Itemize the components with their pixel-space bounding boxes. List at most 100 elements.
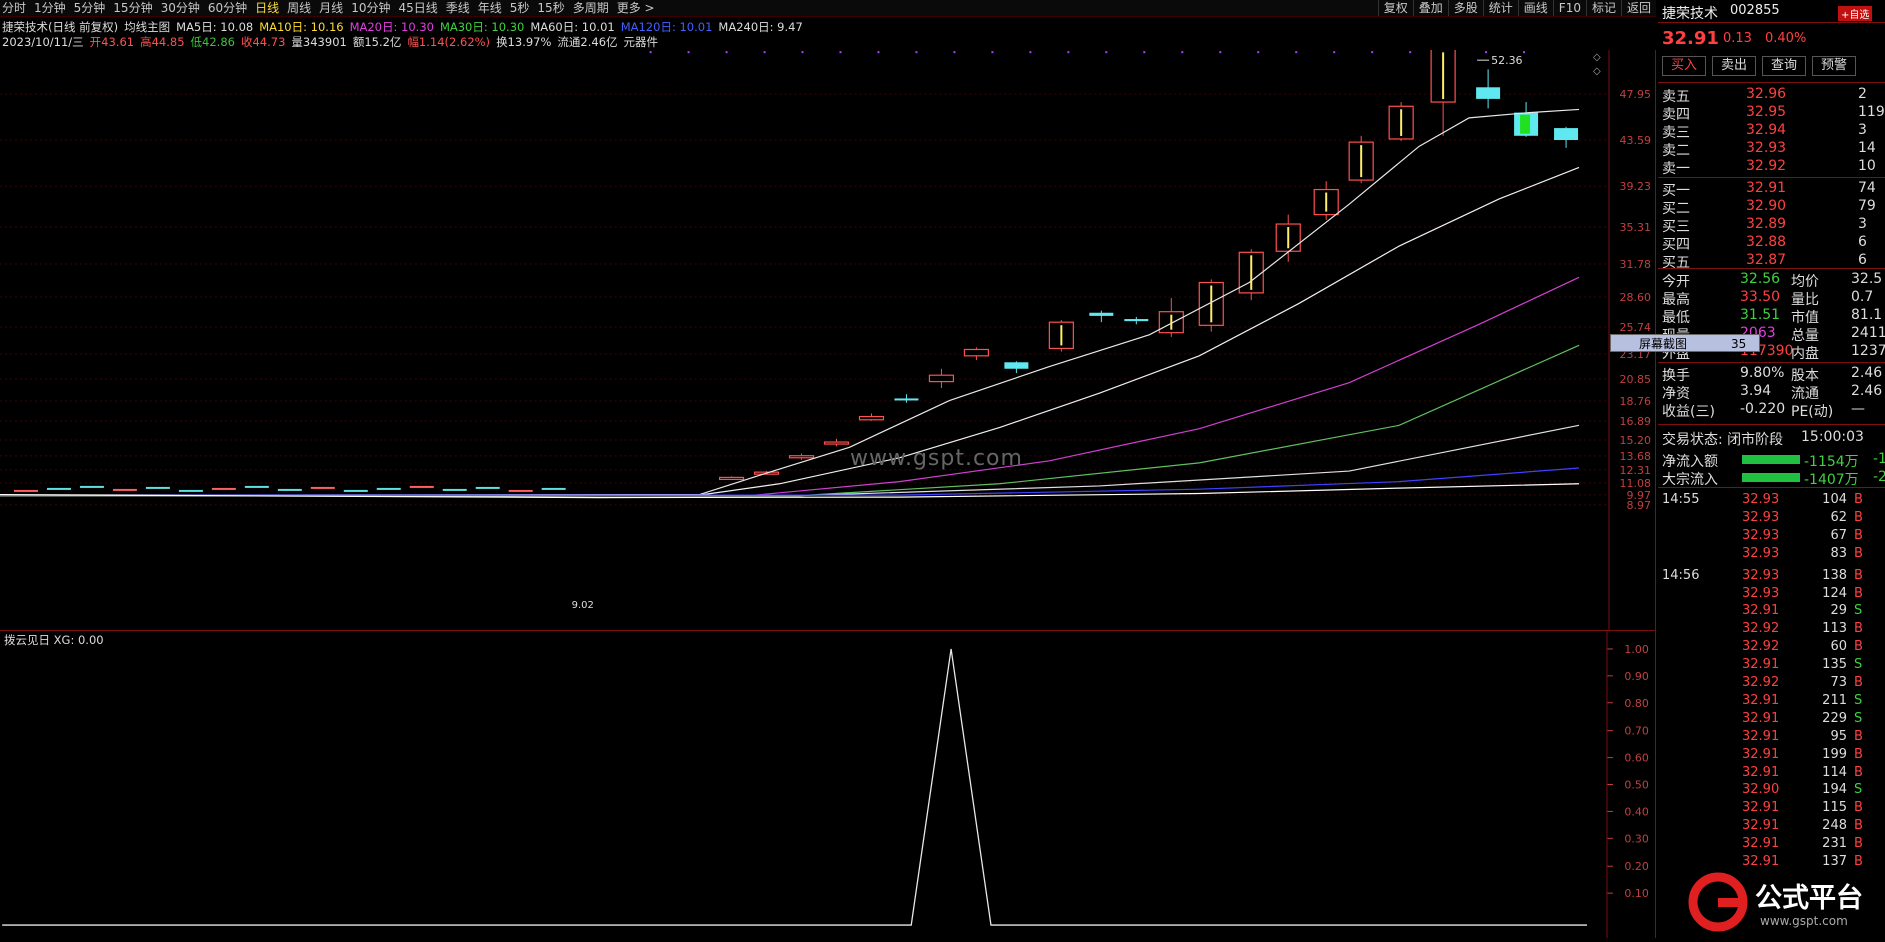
period-tab[interactable]: 1分钟 [34, 1, 66, 16]
period-tab[interactable]: 分时 [2, 1, 26, 16]
period-tab[interactable]: 5秒 [510, 1, 530, 16]
period-tab[interactable]: 季线 [446, 1, 470, 16]
price-tick-label: 8.97 [1627, 499, 1651, 512]
price-tick-label: 15.20 [1620, 434, 1651, 447]
stat-value: 31.51 [1740, 307, 1781, 323]
period-tab[interactable]: 多周期 [573, 1, 609, 16]
tool-button[interactable]: 统计 [1482, 0, 1518, 16]
price-tick-label: 31.78 [1620, 258, 1651, 271]
kline-chart[interactable]: 47.9543.5939.2335.3131.7828.6025.7423.17… [0, 50, 1656, 630]
quote-change-pct: 0.40% [1765, 31, 1807, 46]
tool-button[interactable]: F10 [1552, 0, 1586, 16]
period-tab[interactable]: 年线 [478, 1, 502, 16]
bid-row: 买三 32.89 3 [1658, 215, 1885, 235]
candle-body-down [1004, 362, 1029, 369]
tool-button[interactable]: 画线 [1517, 0, 1553, 16]
period-tab[interactable]: 5分钟 [74, 1, 106, 16]
candle-body-down [1554, 128, 1579, 141]
bar-float: 流通2.46亿 [557, 35, 618, 49]
stat-value: 9.80% [1740, 365, 1785, 381]
tick-volume: 104 [1822, 492, 1847, 507]
screenshot-popup[interactable]: 屏幕截图 35 [1610, 334, 1760, 352]
ask-volume: 2 [1858, 86, 1867, 102]
signal-dot [1067, 51, 1070, 54]
tool-button[interactable]: 返回 [1620, 0, 1656, 16]
stat-row: 换手 9.80% 股本 2.46 [1658, 364, 1885, 384]
period-tab[interactable]: 周线 [287, 1, 311, 16]
period-tab[interactable]: 日线 [255, 1, 279, 16]
tick-price: 32.91 [1742, 728, 1780, 744]
price-tick-label: 28.60 [1620, 291, 1651, 304]
panel-marker-icon[interactable]: ◇ [1593, 52, 1601, 63]
period-tab[interactable]: 45日线 [398, 1, 437, 16]
tick-price: 32.91 [1742, 746, 1780, 762]
candle-flat [541, 487, 566, 490]
tick-price: 32.91 [1742, 800, 1780, 816]
candle-flat [376, 487, 401, 490]
stat-value: 33.50 [1740, 289, 1781, 305]
screenshot-popup-count: 35 [1731, 337, 1747, 351]
xg-line [2, 648, 1588, 926]
bid-price: 32.88 [1746, 234, 1787, 250]
tool-button[interactable]: 标记 [1585, 0, 1621, 16]
sub-tick-label: 0.90 [1624, 670, 1648, 683]
period-tab[interactable]: 30分钟 [161, 1, 200, 16]
panel-marker-icon[interactable]: ◇ [1593, 66, 1601, 77]
tick-price: 32.92 [1742, 621, 1780, 637]
stat-row: 净资 3.94 流通 2.46 [1658, 382, 1885, 402]
candle-flat [79, 485, 104, 488]
candle-body-up [718, 476, 745, 481]
candle-body-up [788, 455, 815, 459]
tool-button[interactable]: 复权 [1377, 0, 1413, 16]
low-price-label: 9.02 [572, 600, 594, 611]
period-tab[interactable]: 更多 > [617, 1, 655, 16]
gspt-logo: 公式平台 www.gspt.com [1680, 868, 1885, 939]
divider [1658, 487, 1885, 488]
candle-body-up [963, 348, 990, 357]
candle-body-down [1476, 87, 1501, 99]
ma10-label: MA10日: 10.16 [259, 20, 344, 34]
ask-price: 32.96 [1746, 86, 1787, 102]
high-price-label: 52.36 [1491, 54, 1522, 67]
sell-button[interactable]: 卖出 [1712, 56, 1756, 76]
stat-label-2: 内盘 [1791, 346, 1819, 362]
query-button[interactable]: 查询 [1762, 56, 1806, 76]
stat-value: -0.220 [1740, 401, 1786, 417]
period-tab[interactable]: 15秒 [537, 1, 564, 16]
watermark: www.gspt.com [850, 446, 1023, 471]
tool-button[interactable]: 叠加 [1412, 0, 1448, 16]
main-chart-mode[interactable]: 均线主图 [124, 19, 170, 35]
signal-dot [1333, 51, 1336, 54]
tick-volume: 29 [1830, 603, 1847, 619]
add-watchlist-button[interactable]: +自选 [1838, 6, 1873, 21]
indicator-chart[interactable]: 1.00 0.90 0.80 0.70 0.60 0.50 0.40 0.30 0.20 0.10 [0, 630, 1656, 938]
tick-price: 32.91 [1742, 710, 1780, 726]
price-tick-label: 39.23 [1620, 180, 1651, 193]
tick-side: B [1854, 728, 1863, 744]
alert-button[interactable]: 预警 [1812, 56, 1856, 76]
stat-value-2: 2.46 [1851, 365, 1883, 381]
period-tab[interactable]: 月线 [319, 1, 343, 16]
tick-side: S [1854, 710, 1863, 726]
ask-price: 32.95 [1746, 104, 1787, 120]
tick-side: S [1854, 692, 1863, 708]
period-tab[interactable]: 10分钟 [351, 1, 390, 16]
candle-flat [442, 488, 467, 491]
stat-value-2: — [1851, 401, 1865, 417]
signal-dot [839, 51, 842, 54]
buy-button[interactable]: 买入 [1662, 56, 1706, 76]
flow-row: 大宗流入 -1407万 -2 [1658, 468, 1885, 488]
bid-volume: 74 [1858, 180, 1876, 196]
candle-body-up [858, 415, 885, 421]
signal-dot [991, 51, 994, 54]
bid-row: 买一 32.91 74 [1658, 179, 1885, 199]
candle-flat [211, 487, 236, 490]
tool-button[interactable]: 多股 [1447, 0, 1483, 16]
candle-body-down [1089, 312, 1114, 316]
candle-flat [178, 489, 203, 492]
quote-stock-code: 002855 [1730, 3, 1780, 18]
period-tab[interactable]: 15分钟 [113, 1, 152, 16]
period-tab[interactable]: 60分钟 [208, 1, 247, 16]
tick-volume: 211 [1822, 692, 1847, 708]
price-tick-label: 12.31 [1620, 464, 1651, 477]
